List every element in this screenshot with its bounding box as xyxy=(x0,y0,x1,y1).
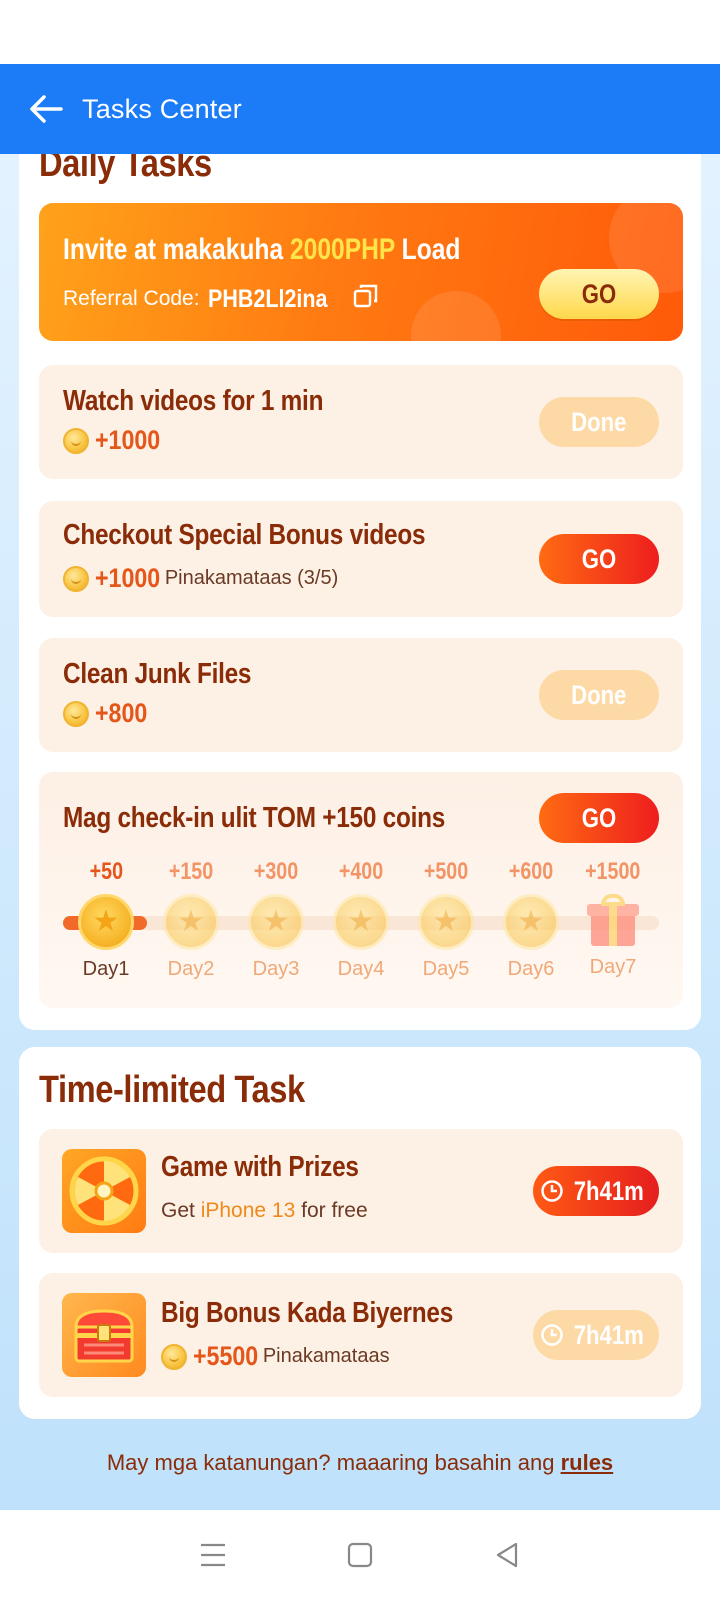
timer-button[interactable]: 7h41m xyxy=(533,1166,659,1216)
footer-question: May mga katanungan? maaaring basahin ang xyxy=(106,1450,561,1475)
copy-icon[interactable] xyxy=(353,283,379,315)
time-limited-heading: Time-limited Task xyxy=(39,1069,305,1111)
task-done-button[interactable]: Done xyxy=(539,397,659,447)
day-label: Day1 xyxy=(82,958,130,980)
star-coin-icon: ★ xyxy=(333,894,389,950)
menu-icon xyxy=(201,1543,226,1567)
checkin-day-6: +600 ★ Day6 xyxy=(491,858,571,981)
limited-task-game-prizes: Game with Prizes Get iPhone 13 for free … xyxy=(39,1129,683,1253)
day-amount: +600 xyxy=(508,858,554,885)
invite-title: Invite at makakuha 2000PHP Load xyxy=(63,233,460,267)
task-title: Big Bonus Kada Biyernes xyxy=(161,1297,454,1329)
coin-icon xyxy=(63,565,89,592)
limited-task-big-bonus: Big Bonus Kada Biyernes +5500 Pinakamata… xyxy=(39,1273,683,1397)
system-nav-bar xyxy=(0,1510,720,1600)
reward-amount: +1000 xyxy=(95,563,161,593)
footer-note: May mga katanungan? maaaring basahin ang… xyxy=(0,1450,720,1476)
checkin-day-1: +50 ★ Day1 xyxy=(66,858,146,981)
invite-title-suffix: Load xyxy=(394,233,461,266)
timer-button[interactable]: 7h41m xyxy=(533,1310,659,1360)
page-title: Tasks Center xyxy=(82,93,242,124)
referral-code-row: Referral Code: PHB2Ll2ina xyxy=(63,283,379,315)
day-label: Day3 xyxy=(252,958,300,980)
prize-wheel-icon xyxy=(62,1149,146,1233)
rules-link[interactable]: rules xyxy=(561,1450,614,1475)
task-subtitle: Get iPhone 13 for free xyxy=(161,1199,368,1223)
back-arrow-icon xyxy=(30,95,63,123)
checkin-go-button[interactable]: GO xyxy=(539,793,659,843)
invite-go-button[interactable]: GO xyxy=(539,269,659,319)
task-reward: +800 xyxy=(63,698,156,729)
day-label: Day2 xyxy=(167,958,215,980)
checkin-day-3: +300 ★ Day3 xyxy=(236,858,316,981)
day-amount: +300 xyxy=(253,858,299,885)
task-title: Clean Junk Files xyxy=(63,658,252,690)
timer-text: 7h41m xyxy=(573,1175,645,1206)
star-coin-icon: ★ xyxy=(503,894,559,950)
task-card-clean-junk: Clean Junk Files +800 Done xyxy=(39,638,683,752)
reward-amount: +5500 xyxy=(193,1341,259,1371)
task-card-special-bonus: Checkout Special Bonus videos +1000 Pina… xyxy=(39,501,683,617)
status-bar xyxy=(0,0,720,64)
day-amount: +1500 xyxy=(585,858,641,885)
clock-icon xyxy=(541,1180,563,1202)
day-label: Day5 xyxy=(422,958,470,980)
task-reward: +5500 Pinakamataas xyxy=(161,1341,390,1372)
back-triangle-icon xyxy=(496,1542,517,1568)
coin-icon xyxy=(63,427,89,454)
checkin-card: Mag check-in ulit TOM +150 coins GO +50 … xyxy=(39,772,683,1008)
menu-button[interactable] xyxy=(188,1530,238,1580)
star-coin-icon: ★ xyxy=(163,894,219,950)
reward-amount: +1000 xyxy=(95,425,161,455)
star-coin-icon: ★ xyxy=(78,894,134,950)
task-title: Watch videos for 1 min xyxy=(63,385,324,417)
task-card-watch-videos: Watch videos for 1 min +1000 Done xyxy=(39,365,683,479)
treasure-chest-icon xyxy=(62,1293,146,1377)
task-reward: +1000 xyxy=(63,425,171,456)
star-coin-icon: ★ xyxy=(248,894,304,950)
task-done-button[interactable]: Done xyxy=(539,670,659,720)
checkin-title: Mag check-in ulit TOM +150 coins xyxy=(63,802,446,834)
star-coin-icon: ★ xyxy=(418,894,474,950)
invite-card: Invite at makakuha 2000PHP Load Referral… xyxy=(39,203,683,341)
checkin-day-4: +400 ★ Day4 xyxy=(321,858,401,981)
day-amount: +500 xyxy=(423,858,469,885)
back-button[interactable] xyxy=(24,87,68,131)
reward-note: Pinakamataas (3/5) xyxy=(164,567,339,589)
day-label: Day7 xyxy=(589,956,637,978)
task-title: Game with Prizes xyxy=(161,1151,359,1183)
decor-bubble xyxy=(411,291,501,341)
home-button[interactable] xyxy=(335,1530,385,1580)
invite-amount: 2000PHP xyxy=(289,233,395,266)
checkin-progress: +50 ★ Day1 +150 ★ Day2 +300 ★ Day3 +400 … xyxy=(39,858,683,981)
day-amount: +400 xyxy=(338,858,384,885)
coin-icon xyxy=(161,1343,187,1370)
day-amount: +50 xyxy=(89,858,123,885)
gift-box-icon xyxy=(587,894,639,948)
reward-note: Pinakamataas xyxy=(262,1345,390,1367)
referral-code-label: Referral Code: xyxy=(63,287,200,310)
checkin-day-5: +500 ★ Day5 xyxy=(406,858,486,981)
reward-amount: +800 xyxy=(95,698,148,728)
invite-title-text: Invite at makakuha xyxy=(63,233,290,266)
checkin-day-2: +150 ★ Day2 xyxy=(151,858,231,981)
coin-icon xyxy=(63,700,89,727)
app-header: Tasks Center xyxy=(0,64,720,154)
timer-text: 7h41m xyxy=(573,1319,645,1350)
day-label: Day4 xyxy=(337,958,385,980)
task-title: Checkout Special Bonus videos xyxy=(63,519,426,551)
subtitle-text: Get xyxy=(161,1199,201,1222)
clock-icon xyxy=(541,1324,563,1346)
subtitle-highlight: iPhone 13 xyxy=(200,1199,296,1222)
home-square-icon xyxy=(347,1542,373,1568)
day-amount: +150 xyxy=(168,858,214,885)
subtitle-suffix: for free xyxy=(295,1199,368,1222)
task-go-button[interactable]: GO xyxy=(539,534,659,584)
back-nav-button[interactable] xyxy=(482,1530,532,1580)
referral-code-value: PHB2Ll2ina xyxy=(207,284,328,313)
day-label: Day6 xyxy=(507,958,555,980)
task-reward: +1000 Pinakamataas (3/5) xyxy=(63,563,338,594)
checkin-day-7: +1500 Day7 xyxy=(573,858,653,979)
